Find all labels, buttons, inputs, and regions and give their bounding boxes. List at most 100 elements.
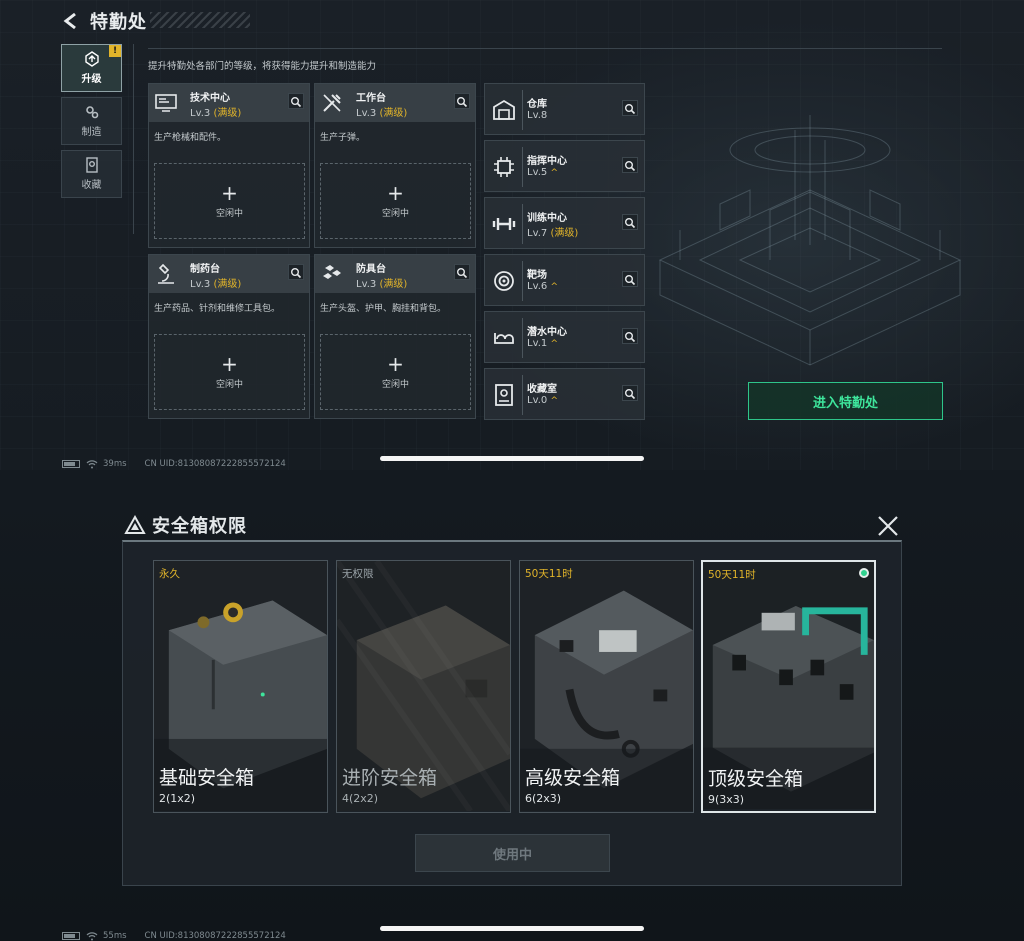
case-name: 顶级安全箱	[708, 768, 804, 790]
bench-armor[interactable]: 防具台 Lv.3 (满级) 生产头盔、护甲、胸挂和背包。 + 空闲中	[314, 254, 476, 419]
slot-status: 空闲中	[215, 208, 243, 219]
plus-icon: +	[387, 351, 404, 376]
back-arrow-icon[interactable]	[60, 10, 82, 32]
bench-header: 防具台 Lv.3 (满级)	[315, 255, 475, 293]
bench-description: 生产子弹。	[320, 133, 366, 143]
close-icon[interactable]	[876, 514, 900, 538]
side-tabs: ! 升级 制造 收藏	[61, 44, 122, 203]
production-slot[interactable]: + 空闲中	[320, 163, 471, 239]
bench-level: Lv.3 (满级)	[356, 108, 408, 119]
computer-icon	[155, 94, 177, 112]
page-subtitle: 提升特勤处各部门的等级，将获得能力提升和制造能力	[148, 61, 377, 72]
facility-command-center[interactable]: 指挥中心 Lv.5 ^	[484, 140, 645, 192]
bench-name: 制药台	[190, 264, 220, 275]
facility-shooting-range[interactable]: 靶场 Lv.6 ^	[484, 254, 645, 306]
search-icon[interactable]	[288, 264, 304, 280]
upgrade-available-icon: ^	[550, 339, 558, 349]
enter-workshop-button[interactable]: 进入特勤处	[748, 382, 943, 420]
safe-box-card-basic[interactable]: 永久 基础安全箱 2(1x2)	[153, 560, 328, 813]
dumbbell-icon	[492, 218, 516, 230]
armor-icon	[323, 265, 341, 279]
tab-collection[interactable]: 收藏	[61, 150, 122, 198]
icon-divider	[522, 204, 523, 244]
bench-header: 技术中心 Lv.3 (满级)	[149, 84, 309, 122]
safe-box-card-top[interactable]: 50天11时 顶级安全箱 9(3x3)	[701, 560, 876, 813]
bench-description: 生产药品、针剂和维修工具包。	[154, 304, 281, 314]
safe-box-card-advanced[interactable]: 无权限 进阶安全箱 4(2x2)	[336, 560, 511, 813]
bench-level: Lv.3 (满级)	[190, 108, 242, 119]
icon-divider	[522, 147, 523, 187]
facility-training-center[interactable]: 训练中心 Lv.7 (满级)	[484, 197, 645, 249]
facility-name: 指挥中心	[527, 156, 567, 167]
production-slot[interactable]: + 空闲中	[154, 334, 305, 410]
search-icon[interactable]	[622, 385, 638, 401]
case-duration: 50天11时	[525, 568, 573, 580]
battery-icon	[62, 460, 80, 468]
facility-warehouse[interactable]: 仓库 Lv.8	[484, 83, 645, 135]
slot-status: 空闲中	[381, 208, 409, 219]
in-use-button[interactable]: 使用中	[415, 834, 610, 872]
tab-label: 制造	[81, 127, 102, 138]
microscope-icon	[158, 263, 174, 284]
facility-level: Lv.5 ^	[527, 167, 558, 178]
bench-description: 生产头盔、护甲、胸挂和背包。	[320, 304, 447, 314]
facility-diving-center[interactable]: 潜水中心 Lv.1 ^	[484, 311, 645, 363]
case-duration: 50天11时	[708, 569, 756, 581]
selected-indicator	[859, 568, 869, 578]
upgrade-available-icon: ^	[550, 168, 558, 178]
facility-level: Lv.0 ^	[527, 395, 558, 406]
tab-label: 收藏	[81, 180, 102, 191]
bench-level: Lv.3 (满级)	[356, 279, 408, 290]
tab-craft[interactable]: 制造	[61, 97, 122, 145]
bench-tech-center[interactable]: 技术中心 Lv.3 (满级) 生产枪械和配件。 + 空闲中	[148, 83, 310, 248]
building-hologram	[658, 115, 962, 366]
subtitle-divider	[148, 48, 942, 49]
warehouse-icon	[493, 99, 515, 120]
search-icon[interactable]	[622, 271, 638, 287]
bench-pharmacy[interactable]: 制药台 Lv.3 (满级) 生产药品、针剂和维修工具包。 + 空闲中	[148, 254, 310, 419]
tab-upgrade[interactable]: ! 升级	[61, 44, 122, 92]
search-icon[interactable]	[622, 157, 638, 173]
safe-box-screen: 安全箱权限 永久 基础安全箱 2(1x2) 无权限 进阶安全箱 4(2x2) 5…	[0, 470, 1024, 941]
slot-status: 空闲中	[215, 379, 243, 390]
search-icon[interactable]	[454, 264, 470, 280]
icon-divider	[522, 375, 523, 415]
home-indicator[interactable]	[380, 926, 644, 931]
bench-level: Lv.3 (满级)	[190, 279, 242, 290]
facility-collection-room[interactable]: 收藏室 Lv.0 ^	[484, 368, 645, 420]
facility-name: 潜水中心	[527, 327, 567, 338]
case-name: 基础安全箱	[159, 767, 255, 789]
target-icon	[494, 271, 514, 291]
tab-label: 升级	[81, 74, 102, 85]
search-icon[interactable]	[622, 328, 638, 344]
battery-icon	[62, 932, 80, 940]
icon-divider	[522, 90, 523, 130]
status-bar: 55ms CN UID:81308087222855572124	[62, 931, 286, 941]
search-icon[interactable]	[622, 100, 638, 116]
divider	[133, 44, 134, 234]
case-capacity: 2(1x2)	[159, 792, 196, 805]
search-icon[interactable]	[622, 214, 638, 230]
safe-box-card-premium[interactable]: 50天11时 高级安全箱 6(2x3)	[519, 560, 694, 813]
dialog-title: 安全箱权限	[152, 516, 247, 537]
dialog-title-bar: 安全箱权限	[124, 512, 247, 538]
case-name: 进阶安全箱	[342, 767, 438, 789]
bench-name: 工作台	[356, 93, 386, 104]
gears-icon	[85, 106, 98, 119]
production-slot[interactable]: + 空闲中	[154, 163, 305, 239]
home-indicator[interactable]	[380, 456, 644, 461]
bench-workbench[interactable]: 工作台 Lv.3 (满级) 生产子弹。 + 空闲中	[314, 83, 476, 248]
bench-name: 技术中心	[190, 93, 230, 104]
search-icon[interactable]	[454, 93, 470, 109]
diving-icon	[494, 333, 514, 344]
upgrade-available-icon: ^	[550, 282, 558, 292]
tools-icon	[323, 94, 341, 112]
case-capacity: 6(2x3)	[525, 792, 562, 805]
facility-level: Lv.1 ^	[527, 338, 558, 349]
production-slot[interactable]: + 空闲中	[320, 334, 471, 410]
title-bar: 特勤处	[60, 8, 147, 34]
facility-name: 仓库	[527, 99, 547, 110]
search-icon[interactable]	[288, 93, 304, 109]
page-title: 特勤处	[90, 12, 147, 33]
case-duration: 永久	[159, 568, 180, 580]
